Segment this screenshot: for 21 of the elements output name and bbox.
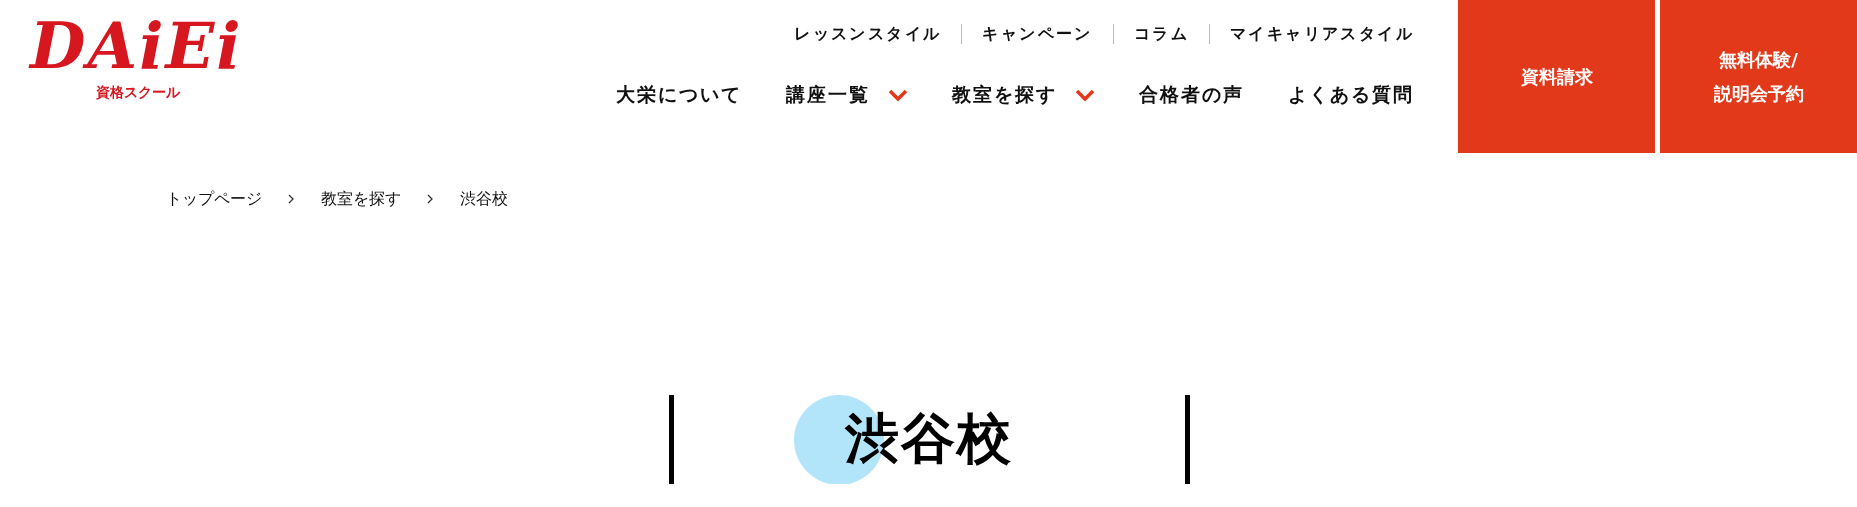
page-title: 渋谷校	[845, 406, 1013, 472]
breadcrumb-link[interactable]: 教室を探す	[321, 188, 401, 210]
logo-subtitle: 資格スクール	[96, 84, 180, 102]
cta-button[interactable]: 資料請求	[1458, 0, 1655, 153]
breadcrumb-current: 渋谷校	[460, 188, 508, 210]
nav-link[interactable]: 合格者の声	[1139, 82, 1244, 108]
top-nav-link[interactable]: レッスンスタイル	[794, 23, 942, 45]
chevron-right-icon	[427, 194, 434, 204]
top-nav-link[interactable]: コラム	[1133, 23, 1189, 45]
top-nav-link[interactable]: キャンペーン	[982, 23, 1093, 45]
top-nav-link[interactable]: マイキャリアスタイル	[1230, 23, 1414, 45]
chevron-right-icon	[288, 194, 295, 204]
logo-wordmark[interactable]: DAiEi	[30, 6, 243, 86]
chevron-down-icon[interactable]	[888, 88, 908, 102]
nav-link[interactable]: 教室を探す	[952, 82, 1057, 108]
chevron-down-icon[interactable]	[1075, 88, 1095, 102]
breadcrumb-link[interactable]: トップページ	[166, 188, 262, 210]
nav-link[interactable]: 大栄について	[616, 82, 742, 108]
nav-link[interactable]: よくある質問	[1288, 82, 1414, 108]
nav-link[interactable]: 講座一覧	[786, 82, 870, 108]
cta-button[interactable]: 無料体験/ 説明会予約	[1660, 0, 1857, 153]
